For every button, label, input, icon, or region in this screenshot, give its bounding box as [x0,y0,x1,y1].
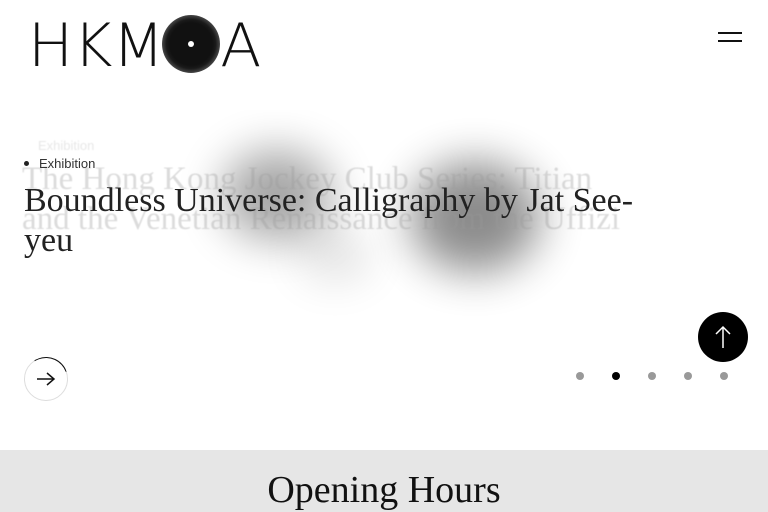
logo-text-left: HKM [28,11,165,81]
pagination-dot-5[interactable] [720,372,728,380]
site-header: HKM A [0,0,768,110]
pagination-dot-3[interactable] [648,372,656,380]
pagination-dot-1[interactable] [576,372,584,380]
hkmoa-logo[interactable]: HKM A [28,11,262,81]
bullet-icon [24,161,29,166]
next-slide-button[interactable] [24,357,68,401]
menu-line-top [718,32,742,34]
opening-hours-section: Opening Hours [0,450,768,512]
arrow-up-icon [715,325,731,348]
slider-pagination [576,372,728,380]
ghost-slide-category: Exhibition [38,138,95,153]
slide-category: Exhibition [24,156,664,171]
menu-line-bottom [718,40,742,42]
exhibition-slider: Exhibition The Hong Kong Jockey Club Ser… [0,110,768,450]
slide-category-label: Exhibition [39,156,96,171]
logo-text-right: A [220,11,262,81]
pagination-dot-4[interactable] [684,372,692,380]
hamburger-icon[interactable] [718,30,746,46]
logo-o-mark [162,15,221,73]
active-slide[interactable]: Exhibition Boundless Universe: Calligrap… [24,156,664,261]
back-to-top-button[interactable] [698,312,748,362]
slide-title[interactable]: Boundless Universe: Calligraphy by Jat S… [24,181,634,261]
pagination-dot-2[interactable] [612,372,620,380]
opening-hours-title: Opening Hours [267,469,501,511]
